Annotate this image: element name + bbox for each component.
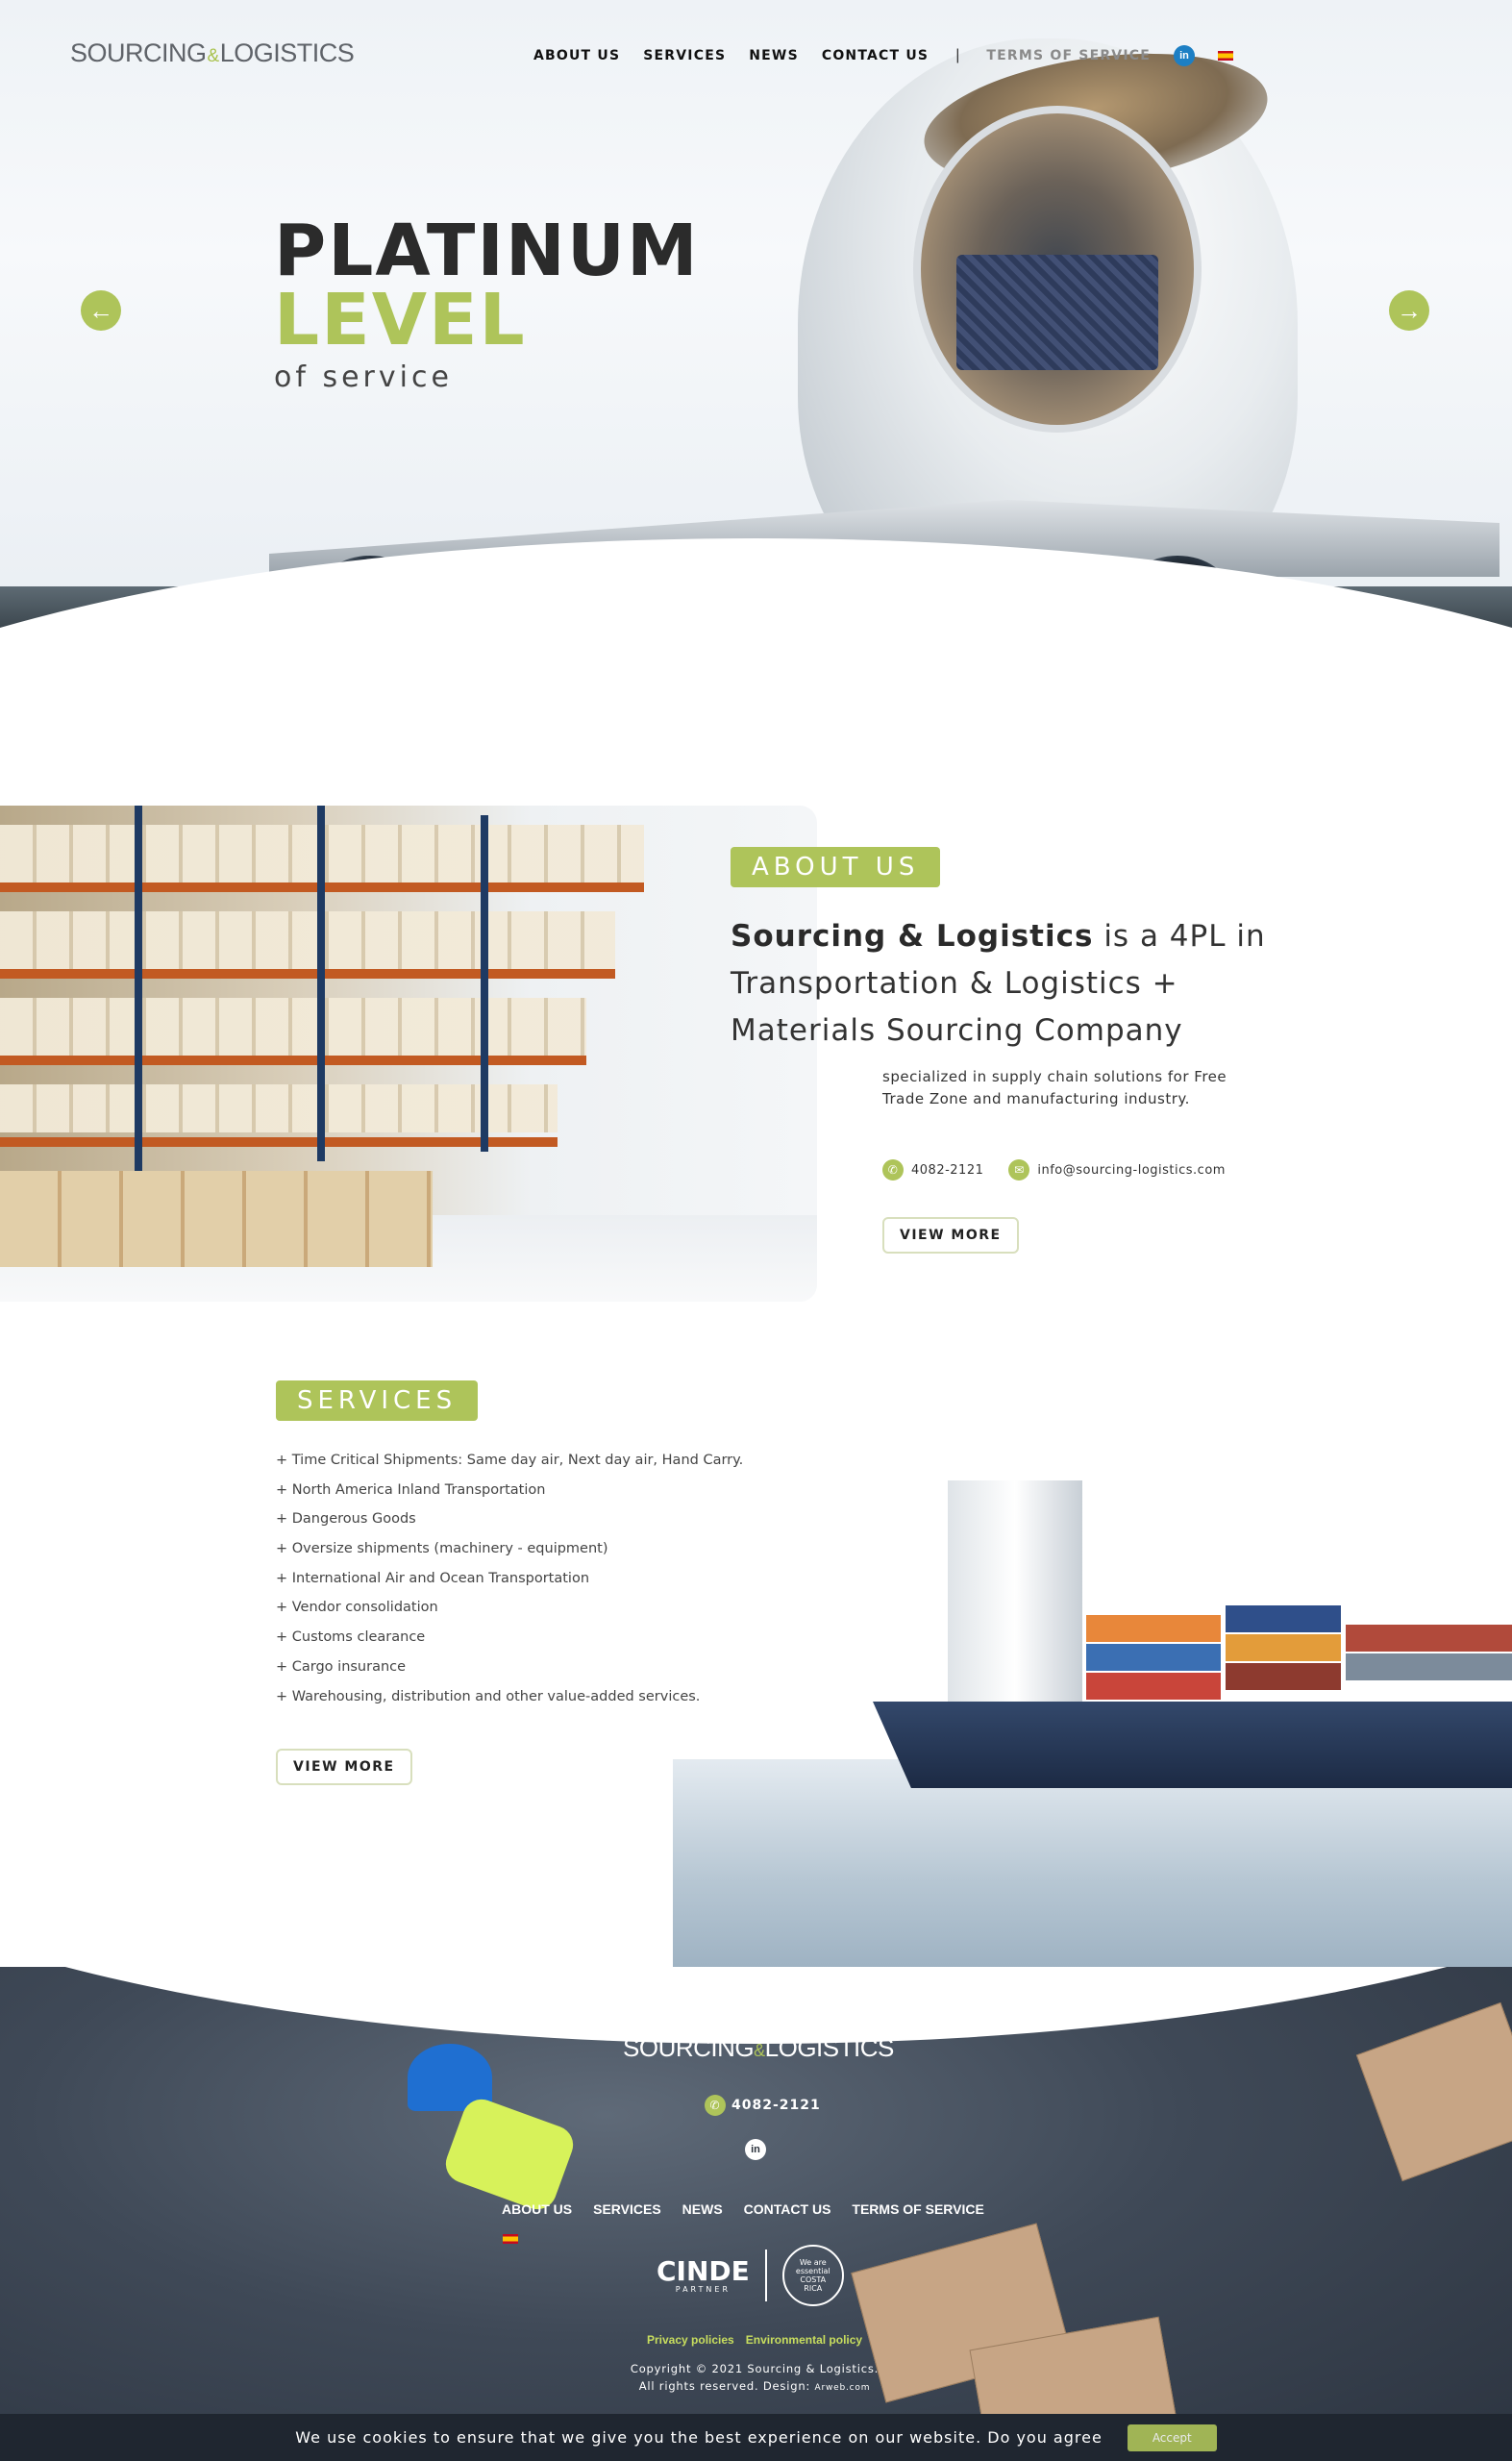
footer-nav-contact-us[interactable]: CONTACT US xyxy=(744,2201,831,2217)
about-contact-row: ✆ 4082-2121 ✉ info@sourcing-logistics.co… xyxy=(882,1159,1226,1181)
footer-logo-text-left: SOURCING xyxy=(623,2033,755,2062)
ship-bridge xyxy=(948,1480,1082,1711)
logo-ampersand: & xyxy=(207,46,220,66)
cookie-banner: We use cookies to ensure that we give yo… xyxy=(0,2414,1512,2461)
badge-line: essential xyxy=(795,2267,830,2275)
worker-vest-image xyxy=(440,2094,579,2215)
designer-link[interactable]: Arweb.com xyxy=(815,2383,871,2393)
main-nav: ABOUT US SERVICES NEWS CONTACT US | TERM… xyxy=(533,45,1233,66)
footer-box-image xyxy=(1355,2001,1512,2182)
shelf-upright xyxy=(135,806,142,1171)
spanish-flag-icon[interactable] xyxy=(1218,51,1233,61)
ship-container xyxy=(1226,1663,1341,1690)
essential-costa-rica-badge: We are essential COSTA RICA xyxy=(781,2245,844,2306)
badge-line: RICA xyxy=(804,2284,823,2293)
footer-nav-terms-of-service[interactable]: TERMS OF SERVICE xyxy=(852,2201,983,2217)
shelf-boxes xyxy=(0,911,615,969)
logo-text-left: SOURCING xyxy=(70,38,207,67)
badge-line: COSTA xyxy=(800,2275,827,2284)
linkedin-icon[interactable]: in xyxy=(1174,45,1195,66)
site-logo[interactable]: SOURCING & LOGISTICS xyxy=(70,38,355,68)
site-header: SOURCING & LOGISTICS ABOUT US SERVICES N… xyxy=(0,0,1512,111)
partner-divider xyxy=(764,2250,767,2301)
about-view-more-button[interactable]: VIEW MORE xyxy=(882,1217,1019,1254)
ship-container xyxy=(1086,1673,1221,1700)
ship-container xyxy=(1346,1625,1512,1652)
footer-nav: ABOUT US SERVICES NEWS CONTACT US TERMS … xyxy=(502,2201,984,2217)
phone-icon: ✆ xyxy=(705,2095,726,2116)
cinde-name: CINDE xyxy=(657,2254,750,2287)
ship-container xyxy=(1226,1605,1341,1632)
footer-spanish-flag-icon[interactable] xyxy=(503,2234,518,2244)
services-view-more-button[interactable]: VIEW MORE xyxy=(276,1749,412,1785)
ship-hull xyxy=(873,1702,1512,1788)
logo-text-right: LOGISTICS xyxy=(219,38,355,67)
hero-title-line1: PLATINUM xyxy=(274,210,700,292)
slider-next-arrow-icon[interactable]: → xyxy=(1389,290,1429,331)
footer-logo-ampersand: & xyxy=(754,2041,765,2060)
ship-container xyxy=(1226,1634,1341,1661)
cookie-accept-button[interactable]: Accept xyxy=(1127,2424,1217,2451)
ship-container xyxy=(1086,1615,1221,1642)
ship-container xyxy=(1346,1653,1512,1680)
about-heading: Sourcing & Logistics is a 4PL in Transpo… xyxy=(731,913,1269,1055)
ship-container xyxy=(1086,1644,1221,1671)
hero-plane-cargo xyxy=(956,255,1158,370)
nav-contact-us[interactable]: CONTACT US xyxy=(822,48,929,63)
services-tag: SERVICES xyxy=(276,1380,479,1421)
footer-logo[interactable]: SOURCING & LOGISTICS xyxy=(623,2033,894,2063)
warehouse-image xyxy=(0,806,817,1302)
nav-services[interactable]: SERVICES xyxy=(643,48,726,63)
about-us-tag: ABOUT US xyxy=(731,847,941,887)
slider-prev-arrow-icon[interactable]: ← xyxy=(81,290,121,331)
hero-subtitle: of service xyxy=(274,360,453,394)
shelf-beam xyxy=(0,1137,558,1147)
cargo-ship-image xyxy=(673,1394,1512,2067)
policy-links: Privacy policies Environmental policy xyxy=(647,2333,862,2347)
copyright: Copyright © 2021 Sourcing & Logistics. A… xyxy=(577,2360,932,2397)
footer-linkedin-icon[interactable]: in xyxy=(745,2139,766,2160)
nav-separator: | xyxy=(955,47,960,63)
hero-title: PLATINUM LEVEL of service xyxy=(274,210,700,394)
hero-title-line2: LEVEL xyxy=(274,279,527,361)
email-icon: ✉ xyxy=(1008,1159,1030,1181)
shelf-beam xyxy=(0,969,615,979)
footer-nav-services[interactable]: SERVICES xyxy=(593,2201,661,2217)
about-email[interactable]: info@sourcing-logistics.com xyxy=(1037,1163,1226,1178)
footer-logo-text-right: LOGISTICS xyxy=(764,2033,895,2062)
nav-about-us[interactable]: ABOUT US xyxy=(533,48,620,63)
footer-phone-number: 4082-2121 xyxy=(731,2098,821,2113)
footer-nav-news[interactable]: NEWS xyxy=(682,2201,723,2217)
nav-terms-of-service[interactable]: TERMS OF SERVICE xyxy=(986,48,1151,63)
phone-icon: ✆ xyxy=(882,1159,904,1181)
badge-line: We are xyxy=(799,2258,827,2267)
shelf-boxes xyxy=(0,1084,558,1132)
privacy-policies-link[interactable]: Privacy policies xyxy=(647,2333,734,2347)
warehouse-pallets xyxy=(0,1171,433,1267)
footer-curve xyxy=(0,1967,1512,2044)
copyright-line1: Copyright © 2021 Sourcing & Logistics. xyxy=(630,2362,880,2375)
copyright-line2: All rights reserved. Design: Arweb.com xyxy=(577,2377,932,2397)
footer-phone[interactable]: ✆ 4082-2121 xyxy=(705,2095,821,2116)
cookie-message: We use cookies to ensure that we give yo… xyxy=(295,2428,1103,2447)
partner-logos: CINDE PARTNER We are essential COSTA RIC… xyxy=(657,2245,844,2306)
shelf-upright xyxy=(317,806,325,1161)
copyright-line2-text: All rights reserved. Design: xyxy=(638,2379,815,2393)
footer-nav-about-us[interactable]: ABOUT US xyxy=(502,2201,572,2217)
about-description: specialized in supply chain solutions fo… xyxy=(882,1068,1227,1107)
environmental-policy-link[interactable]: Environmental policy xyxy=(746,2333,862,2347)
cinde-logo: CINDE PARTNER xyxy=(657,2254,750,2294)
about-phone[interactable]: 4082-2121 xyxy=(911,1163,983,1178)
shelf-beam xyxy=(0,1056,586,1065)
about-heading-bold: Sourcing & Logistics xyxy=(731,919,1094,954)
nav-news[interactable]: NEWS xyxy=(749,48,799,63)
shelf-boxes xyxy=(0,998,586,1056)
shelf-upright xyxy=(481,815,488,1152)
